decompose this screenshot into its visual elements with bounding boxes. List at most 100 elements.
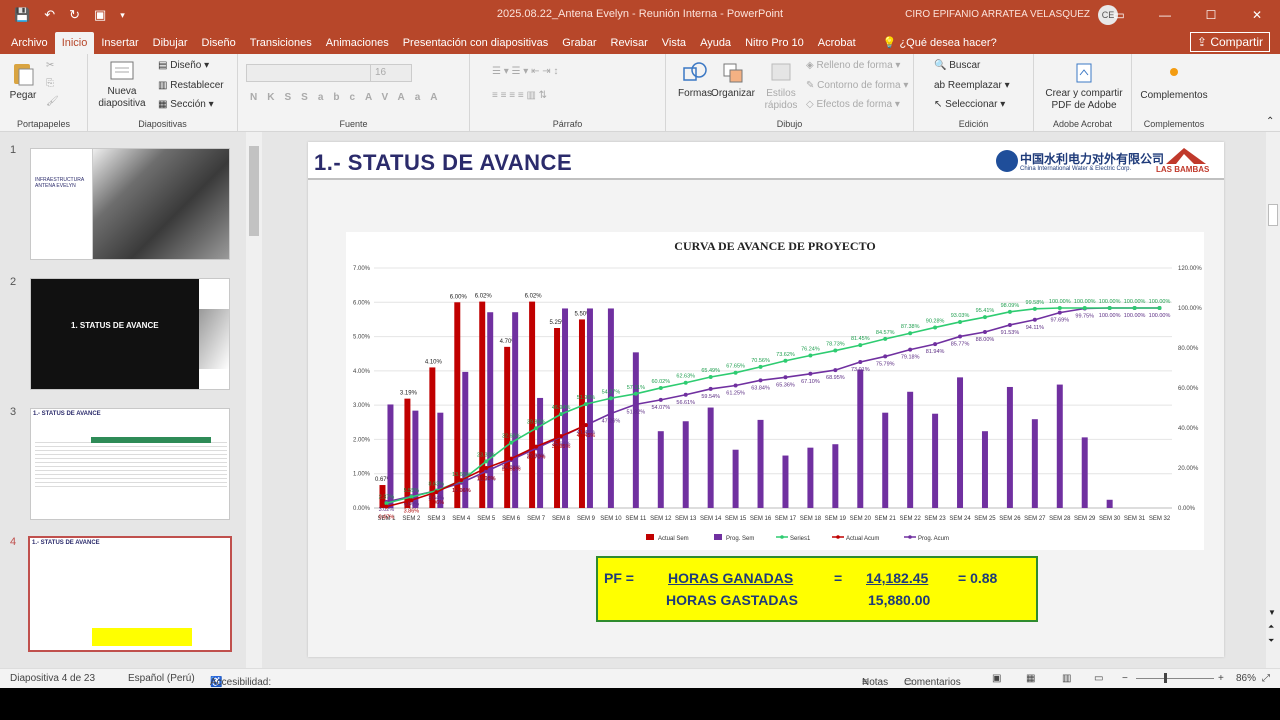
tab-vista[interactable]: Vista [655,32,693,54]
tab-dibujar[interactable]: Dibujar [146,32,195,54]
slide[interactable]: 1.- STATUS DE AVANCE 中国水利电力对外有限公司 China … [308,142,1224,657]
tab-revisar[interactable]: Revisar [604,32,655,54]
new-slide-button[interactable]: Nueva diapositiva [94,60,150,110]
share-button[interactable]: ⇪ Compartir [1189,32,1270,52]
slide-thumbnail-1[interactable]: INFRAESTRUCTURA ANTENA EVELYN [30,148,230,260]
slide-scrollbar[interactable]: ▼ ⏶ ⏷ [1266,132,1280,668]
align-icon[interactable]: ≡ ≡ ≡ ≡ ▥ ⇅ [492,90,547,101]
zoom-slider-thumb[interactable] [1164,673,1167,683]
tab-nitro-pro-10[interactable]: Nitro Pro 10 [738,32,811,54]
actual-acum-point [434,490,439,495]
series1-data-label: 51.96% [577,395,596,401]
tab-presentaci-n-con-diapositivas[interactable]: Presentación con diapositivas [396,32,556,54]
prog-acum-data-label: 91.53% [1001,330,1020,336]
reset-label: Restablecer [170,80,224,91]
format-button-2[interactable]: S [284,92,301,103]
replace-button[interactable]: ab Reemplazar ▾ [934,80,1010,91]
section-button[interactable]: ▦ Sección ▾ [158,99,214,110]
quick-styles-label2: rápidos [764,100,798,111]
slide-counter[interactable]: Diapositiva 4 de 23 [10,673,95,684]
format-button-3[interactable]: S [301,92,318,103]
next-slide-icon[interactable]: ⏷ [1268,636,1274,646]
font-name-box[interactable] [246,64,388,82]
ribbon-display-icon[interactable]: ▭ [1096,0,1142,30]
format-button-6[interactable]: Aa [397,92,430,103]
zoom-out-icon[interactable]: − [1122,673,1128,684]
format-button-0[interactable]: N [250,92,267,103]
find-button[interactable]: 🔍 Buscar [934,60,980,71]
minimize-icon[interactable]: — [1142,0,1188,30]
collapse-ribbon-icon[interactable]: ⌃ [1266,116,1274,127]
cut-icon[interactable]: ✂ [46,60,54,71]
pf-denominator-label: HORAS GASTADAS [666,592,798,608]
tab-grabar[interactable]: Grabar [555,32,603,54]
tab-animaciones[interactable]: Animaciones [319,32,396,54]
quick-styles-button[interactable]: Estilos rápidos [758,60,804,112]
cwe-logo-text: 中国水利电力对外有限公司 [1020,152,1165,166]
language-indicator[interactable]: Español (Perú) [128,673,195,684]
normal-view-icon[interactable]: ▣ [992,673,1001,684]
bullets-icon[interactable]: ☰ ▾ ☰ ▾ ⇤ ⇥ ↕ [492,66,558,77]
reading-view-icon[interactable]: ▥ [1062,673,1071,684]
prog-acum-data-label: 63.84% [751,385,770,391]
create-pdf-button[interactable]: Crear y compartir PDF de Adobe [1040,62,1128,112]
reset-button[interactable]: ▥ Restablecer [158,80,224,91]
group-label: Portapapeles [16,119,71,129]
undo-icon[interactable]: ↶ [44,7,55,23]
series1-point [783,358,788,363]
tab-acrobat[interactable]: Acrobat [811,32,863,54]
redo-icon[interactable]: ↻ [69,7,80,23]
layout-button[interactable]: ▤ Diseño ▾ [158,60,209,71]
tab-archivo[interactable]: Archivo [4,32,55,54]
previous-slide-icon[interactable]: ⏶ [1268,622,1274,632]
select-button[interactable]: ↖ Seleccionar ▾ [934,99,1005,110]
tab-transiciones[interactable]: Transiciones [243,32,319,54]
pf-box[interactable]: PF = HORAS GANADAS = 14,182.45 = 0.88 HO… [596,556,1038,622]
slide-thumbnail-4[interactable]: 1.- STATUS DE AVANCE [28,536,232,652]
tab-inicio[interactable]: Inicio [54,32,95,54]
font-size-box[interactable]: 16 [370,64,412,82]
arrange-button[interactable]: Organizar [710,60,756,100]
zoom-level[interactable]: 86% [1236,673,1256,684]
slide-sorter-icon[interactable]: ▦ [1026,673,1035,684]
format-button-4[interactable]: abc [318,92,365,103]
find-label: Buscar [949,60,981,71]
user-name[interactable]: CIRO EPIFANIO ARRATEA VELASQUEZ [905,9,1090,20]
format-button-7[interactable]: A [430,92,447,103]
format-button-1[interactable]: K [267,92,284,103]
shape-outline-button[interactable]: ✎ Contorno de forma ▾ [806,80,908,91]
cwe-logo-icon [996,150,1018,172]
close-icon[interactable]: ✕ [1234,0,1280,30]
start-presentation-icon[interactable]: ▣ [94,7,106,23]
save-icon[interactable]: 💾 [14,7,30,23]
y-left-tick-label: 6.00% [353,300,371,306]
slideshow-icon[interactable]: ▭ [1094,673,1103,684]
maximize-icon[interactable]: ☐ [1188,0,1234,30]
copy-icon[interactable]: ⎘ [46,78,54,89]
tab-dise-o[interactable]: Diseño [195,32,243,54]
scroll-down-icon[interactable]: ▼ [1268,608,1276,617]
progress-chart[interactable]: CURVA DE AVANCE DE PROYECTO 0.00% 1.00% 2.0… [346,232,1204,550]
shape-fill-button[interactable]: ◈ Relleno de forma ▾ [806,60,900,71]
zoom-slider[interactable] [1136,678,1214,679]
slide-title[interactable]: 1.- STATUS DE AVANCE [314,150,572,176]
customize-qat-icon[interactable]: ▾ [120,10,125,21]
tab-ayuda[interactable]: Ayuda [693,32,738,54]
tab-insertar[interactable]: Insertar [94,32,145,54]
zoom-in-icon[interactable]: + [1218,673,1224,684]
add-ins-icon [1170,68,1178,76]
thumbnails-scrollbar[interactable] [246,132,262,668]
add-ins-button[interactable]: Complementos [1136,66,1212,102]
new-slide-icon [110,61,134,80]
series1-point [608,396,613,401]
tell-me-search[interactable]: 💡 ¿Qué desea hacer? [863,32,997,54]
font-format-buttons[interactable]: NKSSabcAVAaA [250,92,448,103]
format-painter-icon[interactable]: 🖌 [46,96,59,107]
paste-button[interactable]: Pegar [8,60,38,102]
slide-thumbnail-3[interactable]: 1.- STATUS DE AVANCE [30,408,230,520]
slide-thumbnail-2[interactable]: 1. STATUS DE AVANCE [30,278,230,390]
shape-effects-button[interactable]: ◇ Efectos de forma ▾ [806,99,900,110]
create-pdf-label2: PDF de Adobe [1051,100,1117,111]
format-button-5[interactable]: AV [365,92,397,103]
fit-to-window-icon[interactable]: ⤢ [1262,673,1270,684]
